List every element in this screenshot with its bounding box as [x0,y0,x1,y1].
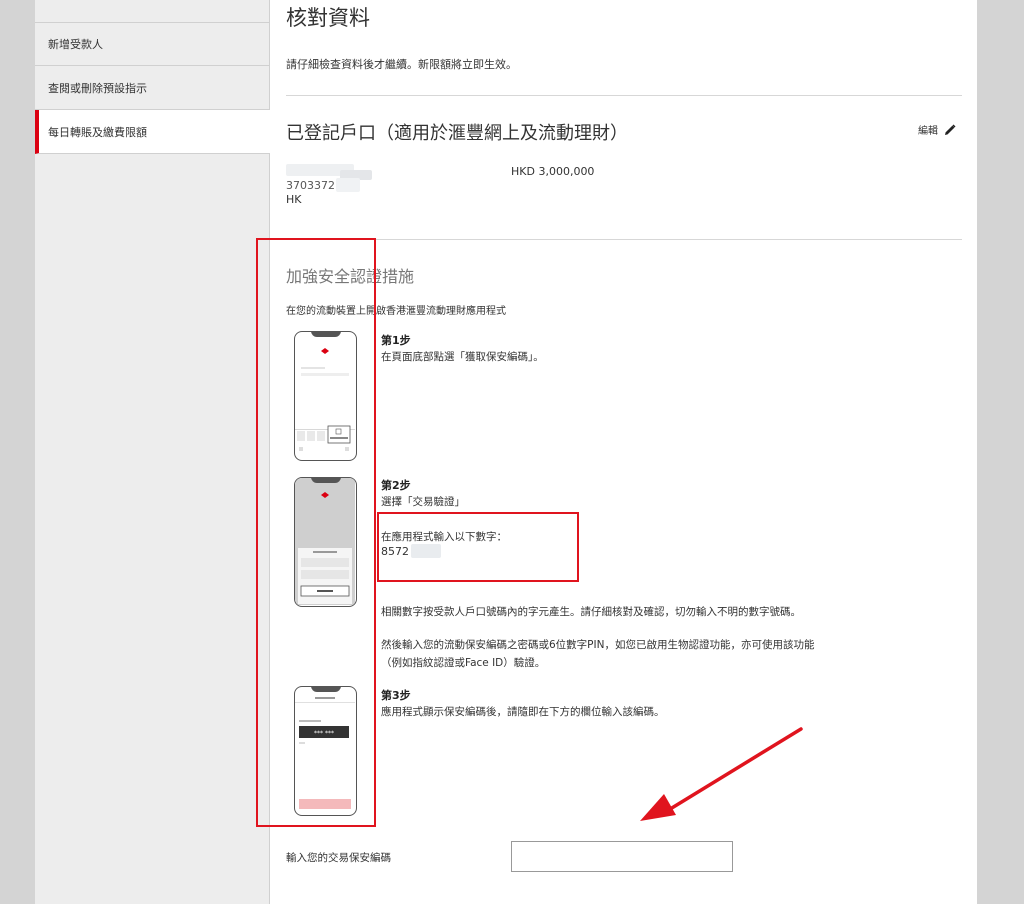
step2-heading: 第2步 [381,479,411,492]
annotation-box-challenge-number [377,512,579,582]
registered-accounts-title: 已登記戶口（適用於滙豐網上及流動理財） [286,123,628,144]
note-enter-pin-line2: （例如指紋認證或Face ID）驗證。 [381,657,546,669]
page-title: 核對資料 [286,6,370,30]
sidebar-item-label: 查閱或刪除預設指示 [48,81,147,95]
security-code-label: 輸入您的交易保安編碼 [286,852,391,864]
pencil-icon [945,124,956,135]
note-number-generated: 相關數字按受款人戶口號碼內的字元產生。請仔細核對及確認，切勿輸入不明的數字號碼。 [381,606,801,618]
window-gutter-right [977,0,1024,904]
step3-heading: 第3步 [381,689,411,702]
sidebar-item-view-delete-standing[interactable]: 查閱或刪除預設指示 [35,66,270,110]
step2-text: 選擇「交易驗證」 [381,496,465,508]
note-enter-pin-line1: 然後輸入您的流動保安編碼之密碼或6位數字PIN，如您已啟用生物認證功能，亦可使用… [381,639,815,651]
edit-link[interactable]: 編輯 [918,122,956,137]
step1-heading: 第1步 [381,334,411,347]
edit-label: 編輯 [918,126,938,137]
sidebar-item-daily-limit[interactable]: 每日轉賬及繳費限額 [35,110,271,154]
redacted-account-number [336,178,360,192]
annotation-box-illustrations [256,238,376,827]
security-code-input[interactable] [511,841,733,872]
annotation-arrow-icon [640,727,803,821]
step1-text: 在頁面底部點選「獲取保安編碼」。 [381,351,544,363]
account-number: 3703372 [286,179,335,192]
sidebar: 新增受款人 查閱或刪除預設指示 每日轉賬及繳費限額 [35,0,271,904]
sidebar-item-label: 新增受款人 [48,38,103,51]
sidebar-item-label: 每日轉賬及繳費限額 [48,125,147,139]
account-region: HK [286,193,302,206]
step3-text: 應用程式顯示保安編碼後，請隨即在下方的欄位輸入該編碼。 [381,706,665,718]
section-divider [286,95,962,96]
section-divider [286,239,962,240]
limit-amount: HKD 3,000,000 [511,165,595,178]
window-gutter-left [0,0,35,904]
sidebar-item-add-payee[interactable]: 新增受款人 [35,22,270,66]
intro-text: 請仔細檢查資料後才繼續。新限額將立即生效。 [286,58,517,71]
